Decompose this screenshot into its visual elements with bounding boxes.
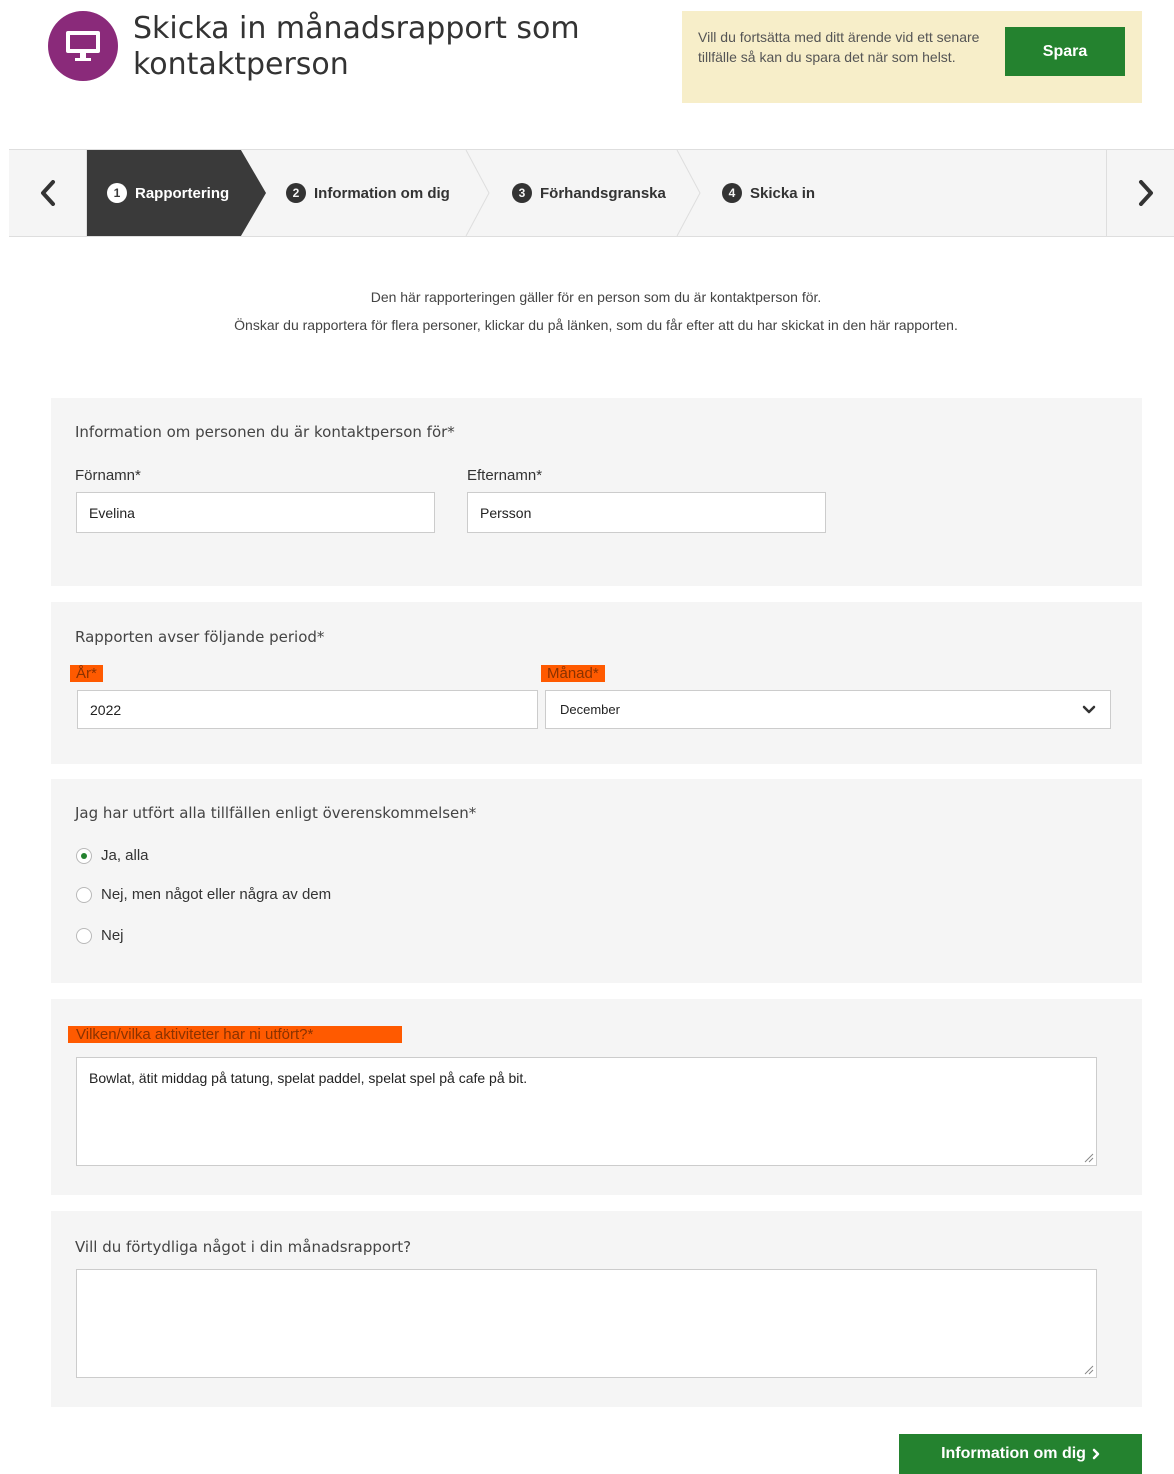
step-label: Förhandsgranska: [540, 184, 666, 202]
radio-button[interactable]: [76, 927, 92, 944]
radio-label: Nej, men något eller några av dem: [101, 886, 332, 903]
save-notice-text: Vill du fortsätta med ditt ärende vid et…: [698, 29, 980, 65]
step-information-om-dig[interactable]: 2 Information om dig: [286, 150, 450, 236]
clarify-panel: Vill du förtydliga något i din månadsrap…: [51, 1211, 1142, 1407]
step-label: Information om dig: [314, 184, 450, 202]
monitor-icon: [48, 11, 118, 81]
resize-handle-icon[interactable]: [1082, 1363, 1094, 1375]
step-number: 2: [286, 183, 306, 203]
step-number: 1: [107, 183, 127, 203]
step-label: Skicka in: [750, 184, 816, 202]
firstname-input[interactable]: Evelina: [76, 492, 435, 533]
period-panel: Rapporten avser följande period* År* 202…: [51, 602, 1142, 764]
radio-button[interactable]: [76, 847, 92, 864]
step-number: 4: [722, 183, 742, 203]
person-panel-title: Information om personen du är kontaktper…: [75, 423, 455, 441]
clarify-panel-title: Vill du förtydliga något i din månadsrap…: [75, 1238, 412, 1256]
chevron-right-icon: [1138, 180, 1153, 206]
year-label: År*: [70, 665, 103, 682]
next-step-button[interactable]: [1106, 150, 1174, 236]
step-skicka-in[interactable]: 4 Skicka in: [722, 150, 815, 236]
progress-stepper: 1 Rapportering 2 Information om dig 3 Fö…: [9, 149, 1174, 237]
radio-option-nej-men[interactable]: Nej, men något eller några av dem: [76, 886, 331, 903]
sessions-panel: Jag har utfört alla tillfällen enligt öv…: [51, 779, 1142, 983]
lastname-label: Efternamn*: [467, 467, 543, 484]
radio-label: Ja, alla: [101, 847, 149, 864]
next-information-button[interactable]: Information om dig: [899, 1434, 1142, 1474]
page-title: Skicka in månadsrapport som kontaktperso…: [133, 11, 580, 82]
step-label: Rapportering: [135, 184, 230, 202]
clarify-textarea[interactable]: [76, 1269, 1097, 1378]
person-panel: Information om personen du är kontaktper…: [51, 398, 1142, 586]
month-label: Månad*: [541, 665, 605, 682]
activities-label: Vilken/vilka aktiviteter har ni utfört?*: [68, 1026, 402, 1043]
save-notice: Vill du fortsätta med ditt ärende vid et…: [682, 11, 1142, 103]
firstname-label: Förnamn*: [75, 467, 141, 484]
activities-panel: Vilken/vilka aktiviteter har ni utfört?*…: [51, 999, 1142, 1195]
sessions-panel-title: Jag har utfört alla tillfällen enligt öv…: [75, 804, 477, 822]
lastname-input[interactable]: Persson: [467, 492, 826, 533]
next-button-label: Information om dig: [941, 1445, 1086, 1462]
year-input[interactable]: 2022: [77, 690, 538, 729]
activities-textarea[interactable]: Bowlat, ätit middag på tatung, spelat pa…: [76, 1057, 1097, 1166]
previous-step-button[interactable]: [9, 150, 87, 236]
chevron-right-icon: [1092, 1448, 1100, 1460]
chevron-down-icon: [1068, 691, 1110, 728]
intro-text: Den här rapporteringen gäller för en per…: [0, 283, 1174, 339]
step-forhandsgranska[interactable]: 3 Förhandsgranska: [512, 150, 666, 236]
intro-line-2: Önskar du rapportera för flera personer,…: [234, 317, 958, 333]
save-button[interactable]: Spara: [1005, 27, 1125, 76]
resize-handle-icon[interactable]: [1082, 1151, 1094, 1163]
radio-option-nej[interactable]: Nej: [76, 927, 124, 944]
intro-line-1: Den här rapporteringen gäller för en per…: [370, 289, 822, 305]
radio-label: Nej: [101, 927, 124, 944]
step-divider: [465, 150, 490, 236]
activities-text: Bowlat, ätit middag på tatung, spelat pa…: [89, 1070, 528, 1086]
step-divider: [676, 150, 701, 236]
month-select[interactable]: December: [545, 690, 1111, 729]
radio-button[interactable]: [76, 886, 92, 903]
month-select-value: December: [560, 702, 620, 717]
radio-option-ja-alla[interactable]: Ja, alla: [76, 847, 149, 864]
step-rapportering[interactable]: 1 Rapportering: [107, 150, 229, 236]
chevron-left-icon: [40, 180, 55, 206]
step-number: 3: [512, 183, 532, 203]
period-panel-title: Rapporten avser följande period*: [75, 628, 325, 646]
